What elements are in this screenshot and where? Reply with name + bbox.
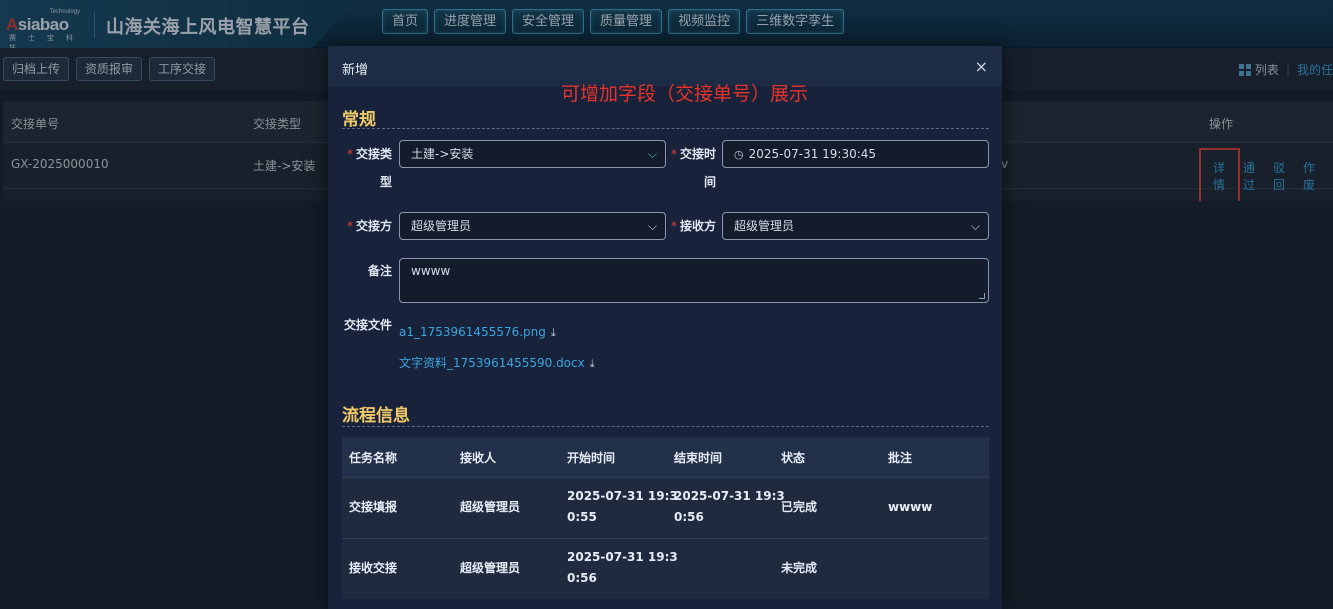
download-icon[interactable]: ⤓ [551, 326, 556, 339]
chevron-down-icon: ⌵ [647, 147, 657, 161]
flow-col-receiver: 接收人 [460, 451, 497, 465]
file-link[interactable]: 文字资料_1753961455590.docx ⤓ [399, 354, 595, 371]
annotation-note: 可增加字段（交接单号）展示 [561, 83, 809, 105]
handover-type-select[interactable]: 土建->安装 ⌵ [399, 140, 666, 168]
table-row: 交接填报 超级管理员 2025-07-31 19:3 0:55 2025-07-3… [342, 477, 989, 538]
flow-end: 2025-07-31 19:3 0:56 [674, 489, 785, 524]
flow-start: 2025-07-31 19:3 0:56 [567, 550, 678, 585]
flow-note: wwww [888, 500, 933, 514]
add-dialog: 新增 × 可增加字段（交接单号）展示 常规 * 交接类 型 土建->安装 ⌵ * 交接… [328, 46, 1002, 609]
flow-col-start: 开始时间 [567, 451, 616, 465]
flow-status: 未完成 [781, 561, 818, 575]
section-divider [342, 426, 989, 427]
section-general-title: 常规 [342, 110, 376, 130]
flow-receiver: 超级管理员 [460, 500, 521, 514]
receiver-label: * 接收方 [670, 219, 716, 233]
handover-party-select[interactable]: 超级管理员 ⌵ [399, 212, 666, 240]
table-row: 接收交接 超级管理员 2025-07-31 19:3 0:56 未完成 [342, 538, 989, 599]
chevron-down-icon: ⌵ [647, 219, 657, 233]
flow-col-task: 任务名称 [349, 451, 398, 465]
handover-party-label: * 交接方 [346, 219, 392, 233]
file-link[interactable]: a1_1753961455576.png ⤓ [399, 325, 556, 340]
flow-table: 任务名称 接收人 开始时间 结束时间 状态 批注 交接填报 超级管理员 2025… [342, 437, 989, 609]
close-icon[interactable]: × [975, 57, 988, 76]
type-label: * 交接类 [346, 147, 392, 161]
flow-receiver: 超级管理员 [460, 561, 521, 575]
flow-task: 交接填报 [349, 500, 398, 514]
chevron-down-icon: ⌵ [970, 219, 980, 233]
handover-time-input[interactable]: ◷ 2025-07-31 19:30:45 [722, 140, 989, 168]
flow-table-header: 任务名称 接收人 开始时间 结束时间 状态 批注 [342, 437, 989, 477]
flow-start: 2025-07-31 19:3 0:55 [567, 489, 678, 524]
clock-icon: ◷ [734, 148, 744, 161]
time-label-cont: 间 [703, 175, 716, 189]
section-flow-title: 流程信息 [342, 406, 410, 426]
section-divider [342, 128, 989, 129]
files-label: 交接文件 [343, 318, 392, 332]
flow-col-end: 结束时间 [674, 451, 723, 465]
download-icon[interactable]: ⤓ [590, 357, 595, 370]
receiver-select[interactable]: 超级管理员 ⌵ [722, 212, 989, 240]
dialog-title: 新增 [342, 63, 369, 78]
flow-status: 已完成 [781, 500, 818, 514]
type-label-cont: 型 [379, 175, 392, 189]
remark-label: 备注 [367, 264, 392, 278]
remark-textarea[interactable]: wwww [399, 258, 989, 303]
flow-task: 接收交接 [349, 561, 398, 575]
time-label: * 交接时 [670, 147, 716, 161]
flow-col-note: 批注 [888, 451, 913, 465]
flow-col-status: 状态 [781, 451, 806, 465]
resize-handle[interactable] [979, 293, 985, 299]
